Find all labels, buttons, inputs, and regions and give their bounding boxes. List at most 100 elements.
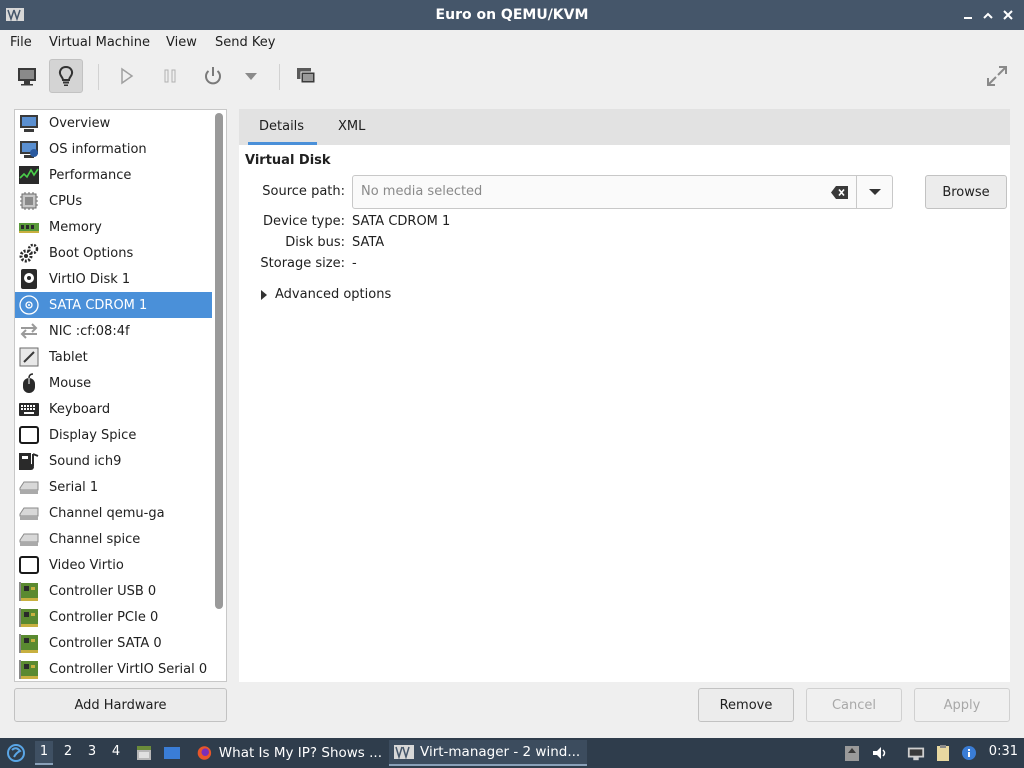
active-tab-indicator — [248, 142, 317, 145]
maximize-button[interactable] — [980, 7, 996, 23]
mouse-icon — [18, 372, 40, 394]
sidebar-item-overview[interactable]: Overview — [15, 110, 212, 136]
sidebar-item-sound-ich9[interactable]: Sound ich9 — [15, 448, 212, 474]
sidebar-item-cpus[interactable]: CPUs — [15, 188, 212, 214]
video-icon — [18, 554, 40, 576]
tab-bar: Details XML — [239, 109, 1010, 145]
updates-icon — [845, 746, 859, 761]
browse-button[interactable]: Browse — [925, 175, 1007, 209]
sidebar-item-label: Sound ich9 — [49, 453, 122, 469]
add-hardware-button[interactable]: Add Hardware — [14, 688, 227, 722]
snapshots-icon — [297, 68, 316, 84]
start-menu-button[interactable] — [6, 743, 26, 763]
fullscreen-button[interactable] — [980, 59, 1014, 93]
menu-view[interactable]: View — [166, 35, 197, 50]
details-panel: Details XML Virtual Disk Source path: No… — [239, 109, 1010, 682]
workspace-1[interactable]: 1 — [35, 741, 53, 765]
sidebar-item-channel-spice[interactable]: Channel spice — [15, 526, 212, 552]
tablet-icon — [18, 346, 40, 368]
details-button[interactable] — [49, 59, 83, 93]
workspace-4[interactable]: 4 — [107, 744, 125, 759]
source-path-dropdown[interactable] — [857, 175, 893, 209]
snapshots-button[interactable] — [289, 59, 323, 93]
tray-updates[interactable] — [843, 744, 861, 762]
sidebar-item-controller-sata-0[interactable]: Controller SATA 0 — [15, 630, 212, 656]
hardware-list-scrollbar[interactable] — [215, 113, 223, 609]
toolbar-separator — [279, 64, 280, 90]
console-button[interactable] — [10, 59, 44, 93]
tray-notifications[interactable] — [960, 744, 978, 762]
maximize-icon — [983, 12, 993, 19]
display-icon — [18, 424, 40, 446]
sidebar-item-controller-virtio-serial-0[interactable]: Controller VirtIO Serial 0 — [15, 656, 212, 681]
apply-button[interactable]: Apply — [914, 688, 1010, 722]
source-path-input[interactable]: No media selected — [352, 175, 857, 209]
sidebar-item-label: Overview — [49, 115, 111, 131]
network-arrows-icon — [18, 320, 40, 342]
sidebar-item-memory[interactable]: Memory — [15, 214, 212, 240]
sidebar-item-video-virtio[interactable]: Video Virtio — [15, 552, 212, 578]
clipboard-icon — [937, 745, 949, 761]
network-icon — [907, 747, 925, 761]
taskbar-task-firefox[interactable]: What Is My IP? Shows ... — [192, 740, 382, 766]
sidebar-item-label: Controller VirtIO Serial 0 — [49, 661, 208, 677]
menu-file[interactable]: File — [10, 35, 32, 50]
sidebar-item-keyboard[interactable]: Keyboard — [15, 396, 212, 422]
tray-clipboard[interactable] — [934, 744, 952, 762]
shutdown-button[interactable] — [196, 59, 230, 93]
sidebar-item-controller-usb-0[interactable]: Controller USB 0 — [15, 578, 212, 604]
tab-details[interactable]: Details — [259, 119, 304, 134]
menu-send-key[interactable]: Send Key — [215, 35, 275, 50]
hard-disk-icon — [18, 268, 40, 290]
sidebar-item-sata-cdrom-1[interactable]: SATA CDROM 1 — [15, 292, 212, 318]
taskbar: 1 2 3 4 What Is My IP? Shows ... Virt-ma… — [0, 738, 1024, 768]
sidebar-item-nic-cf-08-4f[interactable]: NIC :cf:08:4f — [15, 318, 212, 344]
sidebar-item-serial-1[interactable]: Serial 1 — [15, 474, 212, 500]
menu-virtual-machine[interactable]: Virtual Machine — [49, 35, 150, 50]
taskbar-task-virt-manager[interactable]: Virt-manager - 2 wind... — [389, 740, 587, 766]
shutdown-menu-button[interactable] — [236, 59, 266, 93]
taskbar-task-label: What Is My IP? Shows ... — [218, 745, 382, 761]
sidebar-item-os-information[interactable]: OS information — [15, 136, 212, 162]
tab-xml[interactable]: XML — [338, 119, 365, 134]
sidebar-item-channel-qemu-ga[interactable]: Channel qemu-ga — [15, 500, 212, 526]
sidebar-item-label: Controller SATA 0 — [49, 635, 162, 651]
clear-icon[interactable] — [831, 186, 848, 199]
file-manager-launcher[interactable] — [135, 744, 153, 762]
sidebar-item-label: Video Virtio — [49, 557, 124, 573]
monitor-icon — [18, 68, 36, 86]
taskbar-task-label: Virt-manager - 2 wind... — [420, 744, 581, 760]
pause-button[interactable] — [153, 59, 187, 93]
workspace-2[interactable]: 2 — [59, 744, 77, 759]
sidebar-item-mouse[interactable]: Mouse — [15, 370, 212, 396]
sidebar-item-label: Display Spice — [49, 427, 137, 443]
sidebar-item-display-spice[interactable]: Display Spice — [15, 422, 212, 448]
cancel-button[interactable]: Cancel — [806, 688, 902, 722]
workspace-3[interactable]: 3 — [83, 744, 101, 759]
disk-bus-label: Disk bus: — [285, 235, 345, 250]
close-button[interactable] — [1000, 7, 1016, 23]
remove-button[interactable]: Remove — [698, 688, 794, 722]
sidebar-item-label: CPUs — [49, 193, 83, 209]
advanced-options-expander[interactable]: Advanced options — [259, 287, 391, 302]
sidebar-item-boot-options[interactable]: Boot Options — [15, 240, 212, 266]
clock: 0:31 — [988, 744, 1018, 759]
sidebar-item-label: SATA CDROM 1 — [49, 297, 148, 313]
title-bar[interactable]: Euro on QEMU/KVM — [0, 0, 1024, 30]
tray-network[interactable] — [907, 744, 925, 762]
run-button[interactable] — [109, 59, 143, 93]
chevron-right-icon — [261, 289, 267, 300]
sidebar-item-virtio-disk-1[interactable]: VirtIO Disk 1 — [15, 266, 212, 292]
power-icon — [205, 67, 221, 85]
serial-port-icon — [18, 476, 40, 498]
minimize-button[interactable] — [960, 7, 976, 23]
tray-volume[interactable] — [871, 744, 889, 762]
monitor-icon — [18, 112, 40, 134]
sidebar-item-controller-pcie-0[interactable]: Controller PCIe 0 — [15, 604, 212, 630]
show-desktop-launcher[interactable] — [163, 744, 181, 762]
sidebar-item-label: Channel spice — [49, 531, 141, 547]
sidebar-item-tablet[interactable]: Tablet — [15, 344, 212, 370]
controller-card-icon — [18, 632, 40, 654]
controller-card-icon — [18, 606, 40, 628]
sidebar-item-performance[interactable]: Performance — [15, 162, 212, 188]
